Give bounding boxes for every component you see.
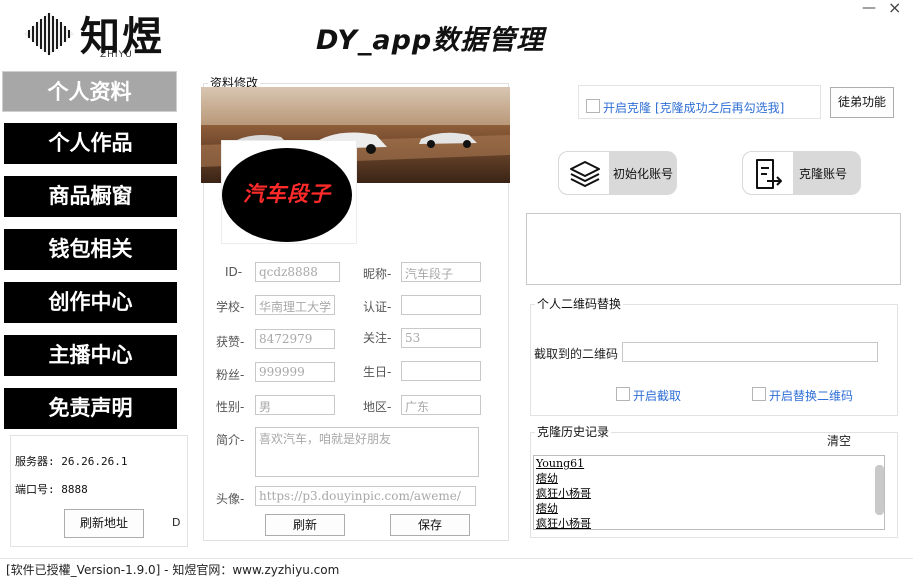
avatar[interactable]: 汽车段子 xyxy=(222,148,352,242)
save-button[interactable]: 保存 xyxy=(390,514,470,536)
history-scrollbar[interactable] xyxy=(875,465,884,515)
nickname-label: 昵称- xyxy=(363,267,392,281)
likes-field[interactable]: 8472979 xyxy=(255,329,335,349)
avatar-url-field[interactable]: https://p3.douyinpic.com/aweme/ xyxy=(255,486,476,506)
qr-group-title: 个人二维码替换 xyxy=(535,295,624,312)
layers-icon xyxy=(570,161,600,187)
app-title: DY_app数据管理 xyxy=(316,25,545,56)
region-label: 地区- xyxy=(363,400,392,414)
clear-history-button[interactable]: 清空 xyxy=(827,432,851,449)
nav-profile[interactable]: 个人资料 xyxy=(2,71,177,112)
birthday-label: 生日- xyxy=(363,365,392,379)
export-document-icon xyxy=(756,159,782,189)
gender-field[interactable]: 男 xyxy=(255,395,335,415)
list-item[interactable]: Young61 xyxy=(534,456,884,471)
side-letter: D xyxy=(172,516,181,529)
region-field[interactable]: 广东 xyxy=(401,395,481,415)
school-label: 学校- xyxy=(216,300,245,314)
history-group-title: 克隆历史记录 xyxy=(535,423,612,440)
history-list[interactable]: Young61 痞幼 疯狂小杨哥 痞幼 疯狂小杨哥 xyxy=(533,455,885,530)
gender-label: 性别- xyxy=(216,400,245,414)
id-field[interactable]: qcdz8888 xyxy=(255,262,340,282)
clone-account-button[interactable]: 克隆账号 xyxy=(742,151,861,195)
nav-disclaimer[interactable]: 免责声明 xyxy=(4,388,177,429)
following-field[interactable]: 53 xyxy=(401,328,481,348)
captured-qr-label: 截取到的二维码 xyxy=(534,347,619,361)
refresh-address-button[interactable]: 刷新地址 xyxy=(64,509,144,538)
nav-creator-center[interactable]: 创作中心 xyxy=(4,282,177,323)
enable-capture-checkbox[interactable] xyxy=(616,387,630,401)
nav-works[interactable]: 个人作品 xyxy=(4,123,177,164)
nav-wallet[interactable]: 钱包相关 xyxy=(4,229,177,270)
logo-subtext: ZHIYU xyxy=(100,50,133,60)
nickname-field[interactable]: 汽车段子 xyxy=(401,262,481,282)
close-icon[interactable]: × xyxy=(888,0,901,17)
captured-qr-field[interactable] xyxy=(622,342,878,362)
init-account-label: 初始化账号 xyxy=(613,167,674,181)
enable-clone-label[interactable]: 开启克隆 xyxy=(603,99,651,116)
init-account-button[interactable]: 初始化账号 xyxy=(558,151,677,195)
fans-field[interactable]: 999999 xyxy=(255,362,335,382)
avatar-url-label: 头像- xyxy=(216,492,245,506)
clone-log-output[interactable] xyxy=(526,213,901,285)
list-item[interactable]: 痞幼 xyxy=(534,471,884,486)
clone-hint: [克隆成功之后再勾选我] xyxy=(655,101,785,115)
minimize-icon[interactable]: — xyxy=(862,0,876,16)
apprentice-button[interactable]: 徒弟功能 xyxy=(830,87,894,118)
status-bar: [软件已授權_Version-1.9.0] - 知煜官网：www.zyzhiyu… xyxy=(0,558,913,579)
refresh-button[interactable]: 刷新 xyxy=(265,514,345,536)
bio-label: 简介- xyxy=(216,433,245,447)
logo-mark-icon xyxy=(24,12,74,56)
clone-account-label: 克隆账号 xyxy=(799,167,848,181)
enable-capture-label[interactable]: 开启截取 xyxy=(633,387,681,404)
verify-field[interactable] xyxy=(401,295,481,315)
server-address: 服务器: 26.26.26.1 xyxy=(15,455,128,468)
school-field[interactable]: 华南理工大学 xyxy=(255,295,335,315)
avatar-text: 汽车段子 xyxy=(243,182,331,206)
enable-clone-checkbox[interactable] xyxy=(586,99,600,113)
enable-replace-checkbox[interactable] xyxy=(752,387,766,401)
server-port: 端口号: 8888 xyxy=(15,483,88,496)
bio-field[interactable]: 喜欢汽车，咱就是好朋友 xyxy=(255,427,479,477)
fans-label: 粉丝- xyxy=(216,368,245,382)
list-item[interactable]: 疯狂小杨哥 xyxy=(534,516,884,529)
enable-replace-label[interactable]: 开启替换二维码 xyxy=(769,387,853,404)
nav-showcase[interactable]: 商品橱窗 xyxy=(4,176,177,217)
list-item[interactable]: 疯狂小杨哥 xyxy=(534,486,884,501)
following-label: 关注- xyxy=(363,331,392,345)
verify-label: 认证- xyxy=(363,300,392,314)
id-label: ID- xyxy=(225,265,243,279)
list-item[interactable]: 痞幼 xyxy=(534,501,884,516)
likes-label: 获赞- xyxy=(216,335,245,349)
birthday-field[interactable] xyxy=(401,361,481,381)
nav-streamer-center[interactable]: 主播中心 xyxy=(4,335,177,376)
